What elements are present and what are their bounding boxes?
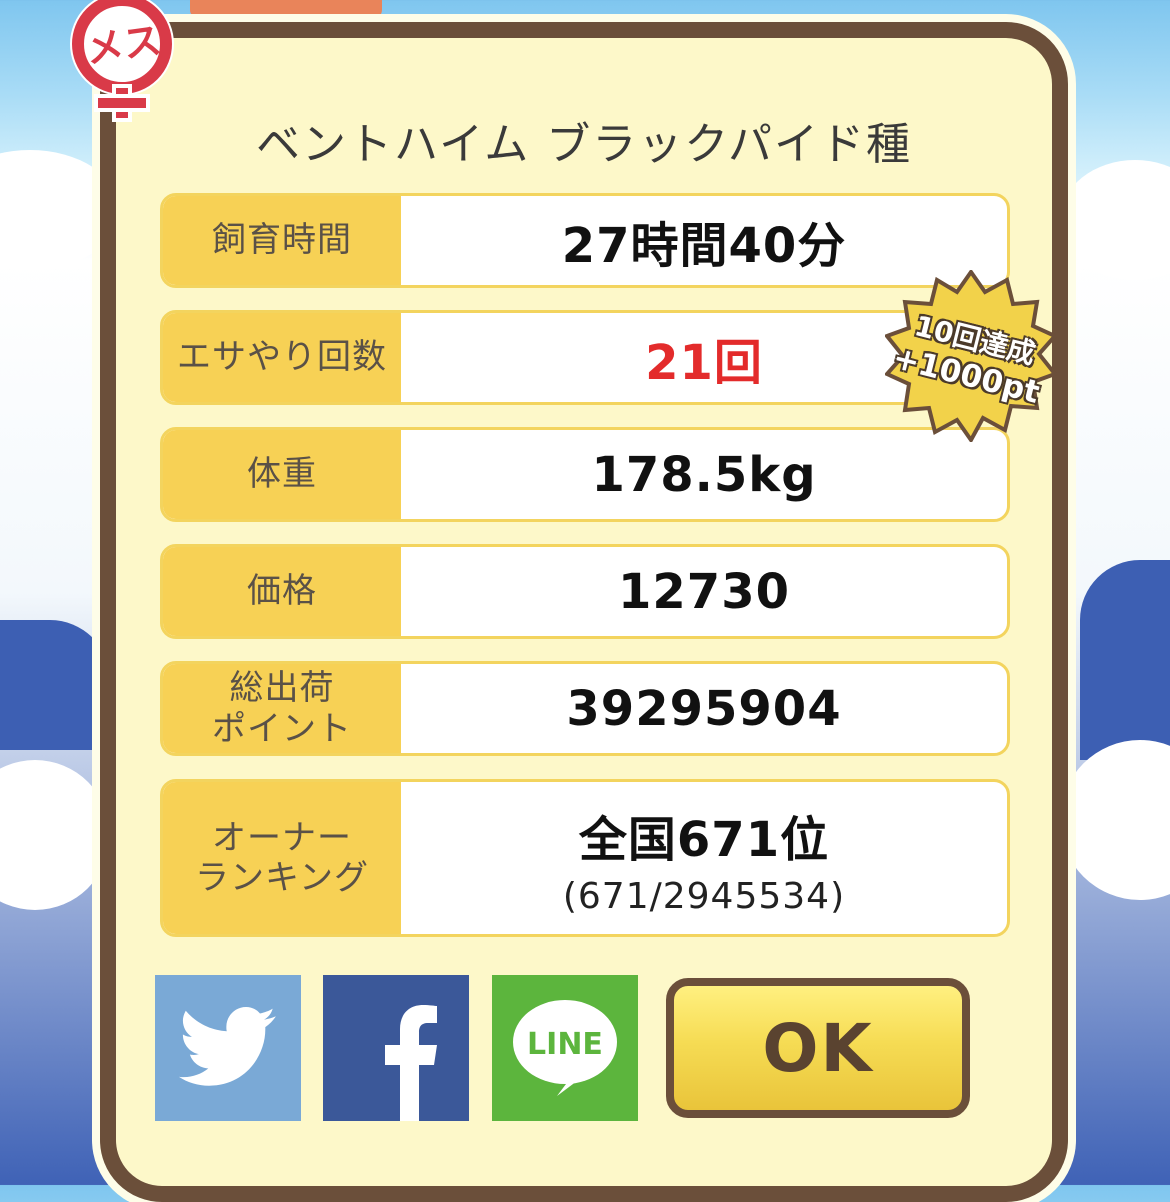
ranking-main: 全国671位 <box>578 811 830 868</box>
achievement-badge: 10回達成 +1000pt <box>883 268 1059 444</box>
svg-text:LINE: LINE <box>527 1027 603 1062</box>
breed-title: ベントハイム ブラックパイド種 <box>255 119 913 170</box>
row-owner-ranking: オーナー ランキング 全国671位 (671/2945534) <box>160 779 1010 937</box>
row-label: オーナー ランキング <box>163 782 401 934</box>
row-label: 価格 <box>163 547 401 636</box>
row-weight: 体重 178.5kg <box>160 427 1010 522</box>
row-label: エサやり回数 <box>163 313 401 402</box>
line-share-button[interactable]: LINE <box>492 975 638 1121</box>
ranking-detail: (671/2945534) <box>562 875 846 917</box>
twitter-icon <box>178 1007 276 1086</box>
facebook-share-button[interactable] <box>323 975 469 1121</box>
row-price: 価格 12730 <box>160 544 1010 639</box>
ok-button[interactable]: OK <box>666 978 970 1118</box>
row-value: 39295904 <box>566 680 842 737</box>
facebook-icon <box>385 1005 437 1121</box>
line-icon: LINE <box>513 1000 617 1096</box>
top-decoration <box>190 0 382 18</box>
row-label: 総出荷 ポイント <box>163 664 401 753</box>
row-raising-time: 飼育時間 27時間40分 <box>160 193 1010 288</box>
twitter-share-button[interactable] <box>155 975 301 1121</box>
row-value: 12730 <box>618 563 790 620</box>
row-label: 体重 <box>163 430 401 519</box>
row-label: 飼育時間 <box>163 196 401 285</box>
ranking-value: 全国671位 (671/2945534) <box>401 782 1007 934</box>
row-total-points: 総出荷 ポイント 39295904 <box>160 661 1010 756</box>
row-value: 178.5kg <box>591 446 817 503</box>
